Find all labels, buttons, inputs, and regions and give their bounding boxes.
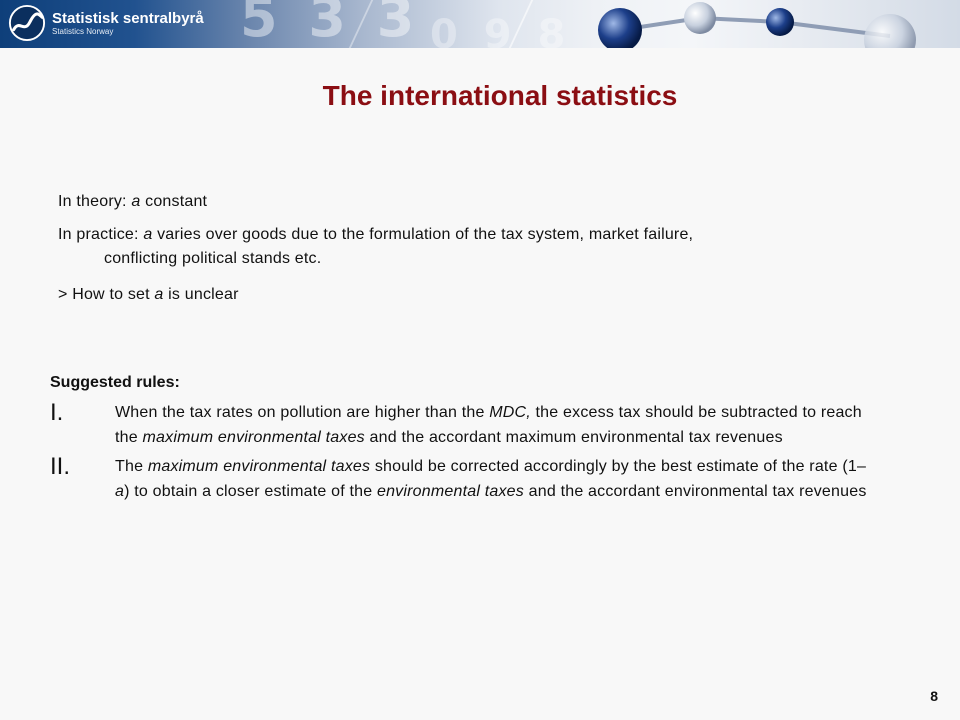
suggested-rules: Suggested rules: I. When the tax rates o… bbox=[50, 372, 880, 508]
rule-text-part: and the accordant environmental tax reve… bbox=[523, 483, 867, 500]
rule-text-part: and the accordant maximum environmental … bbox=[364, 429, 783, 446]
ssb-logo[interactable]: Statistisk sentralbyrå Statistics Norway bbox=[8, 4, 204, 42]
rule-text: When the tax rates on pollution are high… bbox=[115, 400, 880, 450]
practice-text-end: conflicting political stands etc. bbox=[104, 250, 322, 267]
rule-number: II. bbox=[50, 453, 71, 480]
rule-term: maximum environmental taxes bbox=[142, 429, 365, 446]
banner-decoration: 5 3 3 bbox=[240, 0, 421, 48]
intro-block: In theory: a constant In practice: a var… bbox=[58, 190, 918, 317]
practice-text: In practice: bbox=[58, 226, 144, 243]
unclear-line: > How to set a is unclear bbox=[58, 283, 918, 307]
rule-text-part: When the tax rates on pollution are high… bbox=[115, 404, 490, 421]
logo-subtitle: Statistics Norway bbox=[52, 26, 114, 36]
unclear-text: > How to set bbox=[58, 286, 155, 303]
rule-text-part: should be corrected accordingly by the b… bbox=[370, 458, 867, 475]
practice-text-cont: varies over goods due to the formulation… bbox=[152, 226, 694, 243]
ssb-logo-icon bbox=[8, 4, 46, 42]
header-banner: 5 3 3 0 9 8 Statistisk sentralbyrå Stati… bbox=[0, 0, 960, 48]
unclear-text-end: is unclear bbox=[163, 286, 239, 303]
unclear-var: a bbox=[154, 286, 164, 303]
theory-text: In theory: bbox=[58, 193, 132, 210]
rule-text-part: The bbox=[115, 458, 148, 475]
rule-term: environmental taxes bbox=[376, 483, 524, 500]
rule-item: I. When the tax rates on pollution are h… bbox=[50, 400, 880, 450]
theory-line: In theory: a constant bbox=[58, 190, 918, 214]
practice-line: In practice: a varies over goods due to … bbox=[58, 223, 918, 271]
rule-item: II. The maximum environmental taxes shou… bbox=[50, 454, 880, 504]
rules-heading: Suggested rules: bbox=[50, 374, 180, 391]
rule-term: maximum environmental taxes bbox=[147, 458, 371, 475]
banner-decoration-2: 0 9 8 bbox=[430, 12, 572, 48]
theory-text-end: constant bbox=[140, 193, 208, 210]
page-number: 8 bbox=[930, 688, 938, 704]
rule-text: The maximum environmental taxes should b… bbox=[115, 454, 880, 504]
logo-name: Statistisk sentralbyrå bbox=[52, 9, 204, 27]
rule-term: MDC, bbox=[489, 404, 531, 421]
molecule-decoration-icon bbox=[598, 2, 916, 48]
slide-title: The international statistics bbox=[322, 80, 678, 111]
rule-text-part: ) to obtain a closer estimate of the bbox=[124, 483, 377, 500]
rule-term: a bbox=[115, 483, 125, 500]
rule-number: I. bbox=[50, 399, 64, 426]
